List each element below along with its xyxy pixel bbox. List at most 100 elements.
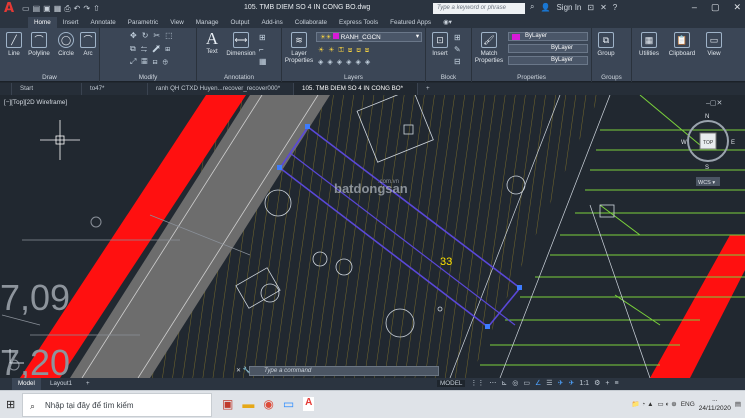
zoom-icon[interactable]: ▭ xyxy=(283,397,294,411)
drawing-canvas[interactable]: 33 7,09 7,20 batdongsan .com.vn TOP N S … xyxy=(0,95,745,378)
tab-collaborate[interactable]: Collaborate xyxy=(289,17,333,28)
new-tab-icon[interactable]: + xyxy=(418,83,438,95)
share-icon[interactable]: ⇧ xyxy=(93,4,100,14)
autocad-taskbar-icon[interactable]: A xyxy=(303,397,315,411)
undo-icon[interactable]: ↶ xyxy=(74,4,81,14)
layer-tools-row-1[interactable]: ☀☀⚿⧈⧈⧈ xyxy=(318,46,373,55)
properties-group-label[interactable]: Properties xyxy=(472,74,591,81)
annotation-group-label[interactable]: Annotation xyxy=(197,74,281,81)
ortho-icon[interactable]: ⊾ xyxy=(501,379,507,387)
draw-group-label[interactable]: Draw xyxy=(0,74,99,81)
tray-apps-icon[interactable]: 📁 ◔ ▲ xyxy=(631,400,653,408)
wcs-menu[interactable]: WCS ▾ xyxy=(698,180,715,186)
layers-group-label[interactable]: Layers xyxy=(282,74,425,81)
layer-tools-row-2[interactable]: ◈◈◈◈◈◈ xyxy=(318,58,374,66)
minimize-icon[interactable]: – xyxy=(692,2,697,13)
osnap-tracking-icon[interactable]: ∠ xyxy=(535,379,541,387)
linetype-dropdown[interactable]: ByLayer xyxy=(508,44,588,53)
tab-model[interactable]: Model xyxy=(12,378,41,390)
chrome-icon[interactable]: ◉ xyxy=(263,397,273,411)
viewport-controls-label[interactable]: [−][Top][2D Wireframe] xyxy=(4,99,67,106)
utilities-button[interactable]: ▦ Utilities xyxy=(636,32,662,57)
view-button[interactable]: ▭ View xyxy=(702,32,726,57)
workspace-icon[interactable]: ⚙ xyxy=(594,379,600,387)
notifications-icon[interactable]: ▤ xyxy=(735,400,741,408)
close-icon[interactable]: ✕ xyxy=(733,2,741,13)
annotation-scale-icon[interactable]: ✈ xyxy=(558,379,564,387)
doc-tab-current[interactable]: 105. TMB DIEM SO 4 IN CONG BO* xyxy=(294,83,418,95)
tab-annotate[interactable]: Annotate xyxy=(85,17,122,28)
groups-group-label[interactable]: Groups xyxy=(592,74,631,81)
doc-tab-to47[interactable]: to47* xyxy=(82,83,148,95)
clock[interactable]: ... 24/11/2020 xyxy=(699,395,731,413)
viewport-window-controls[interactable]: –▢✕ xyxy=(706,100,722,107)
layer-dropdown[interactable]: ☀☀ RANH_CGCN ▾ xyxy=(316,32,422,42)
tab-express-tools[interactable]: Express Tools xyxy=(333,17,384,28)
file-explorer-icon[interactable]: ▬ xyxy=(242,397,254,411)
help-icon[interactable]: ? xyxy=(613,3,617,12)
arc-button[interactable]: ⌒ Arc xyxy=(79,32,97,57)
block-group-label[interactable]: Block xyxy=(426,74,471,81)
network-icon[interactable]: ✕ xyxy=(600,3,607,12)
viewcube-top-label[interactable]: TOP xyxy=(703,140,714,146)
save-as-icon[interactable]: ▦ xyxy=(54,4,62,14)
modify-group-label[interactable]: Modify xyxy=(100,74,196,81)
polar-icon[interactable]: ◎ xyxy=(512,379,518,387)
ribbon-toggle-icon[interactable]: ◉▾ xyxy=(437,17,458,28)
drawing-viewport[interactable]: [−][Top][2D Wireframe] 33 7,09 7,20 batd… xyxy=(0,95,745,378)
layer-properties-button[interactable]: ≋ Layer Properties xyxy=(284,32,314,64)
compass-s[interactable]: S xyxy=(705,165,709,171)
cart-icon[interactable]: ⊡ xyxy=(587,3,594,12)
line-button[interactable]: ╱ Line xyxy=(4,32,24,57)
command-line-input[interactable]: ✕ 🔧 Type a command xyxy=(236,366,439,376)
doc-tab-ranh-qh[interactable]: ranh QH CTXD Huyen...recover_recover000* xyxy=(148,83,294,95)
add-layout-icon[interactable]: + xyxy=(80,378,96,390)
maximize-icon[interactable]: ▢ xyxy=(711,2,720,13)
tab-output[interactable]: Output xyxy=(225,17,256,28)
dimension-button[interactable]: ⟷ Dimension xyxy=(225,32,257,57)
insert-button[interactable]: ⊡ Insert xyxy=(429,32,451,57)
help-search-input[interactable]: Type a keyword or phrase xyxy=(433,3,525,14)
tab-layout1[interactable]: Layout1 xyxy=(44,378,78,390)
doc-tab-start[interactable]: Start xyxy=(12,83,82,95)
snap-icon[interactable]: ⋯ xyxy=(489,379,496,387)
compass-n[interactable]: N xyxy=(705,114,709,120)
modify-tools-row-2[interactable]: ⧉⇋⬈⊞ xyxy=(130,44,175,54)
command-close-icon[interactable]: ✕ 🔧 xyxy=(236,367,251,375)
print-icon[interactable]: ⎙ xyxy=(64,4,70,14)
lineweight-dropdown[interactable]: ByLayer xyxy=(508,56,588,65)
grid-icon[interactable]: ⋮⋮ xyxy=(470,379,484,387)
clipboard-button[interactable]: 📋 Clipboard xyxy=(666,32,698,57)
new-icon[interactable]: ▭ xyxy=(22,4,30,14)
autocad-logo-icon[interactable]: A xyxy=(0,0,18,17)
task-view-icon[interactable]: ▣ xyxy=(222,397,233,411)
tab-featured-apps[interactable]: Featured Apps xyxy=(384,17,437,28)
model-space-toggle[interactable]: MODEL xyxy=(437,379,466,387)
tab-manage[interactable]: Manage xyxy=(190,17,225,28)
tab-parametric[interactable]: Parametric xyxy=(122,17,164,28)
language-indicator[interactable]: ENG xyxy=(681,401,695,408)
network-tray-icon[interactable]: ▭ ◐ ⊕ xyxy=(658,400,677,408)
osnap-icon[interactable]: ▭ xyxy=(523,379,530,387)
color-dropdown[interactable]: ByLayer xyxy=(508,32,588,41)
tab-home[interactable]: Home xyxy=(28,17,57,28)
redo-icon[interactable]: ↷ xyxy=(83,4,90,14)
modify-tools-row-3[interactable]: ⤢▦⊟⊕ xyxy=(130,57,173,67)
plus-icon[interactable]: + xyxy=(605,380,609,387)
open-icon[interactable]: ▤ xyxy=(33,4,41,14)
tab-insert[interactable]: Insert xyxy=(57,17,85,28)
polyline-button[interactable]: ⌒ Polyline xyxy=(26,32,52,57)
block-small-tools[interactable]: ⊞ ✎ ⊟ xyxy=(454,32,461,68)
compass-e[interactable]: E xyxy=(731,140,735,146)
match-properties-button[interactable]: 🖌 Match Properties xyxy=(474,32,504,64)
user-icon[interactable]: 👤 xyxy=(540,3,550,12)
circle-button[interactable]: ◯ Circle xyxy=(55,32,77,57)
modify-tools-row-1[interactable]: ✥↻✂⬚ xyxy=(130,31,178,40)
taskbar-search-input[interactable]: ⌕ Nhập tại đây để tìm kiếm xyxy=(22,393,212,417)
windows-start-icon[interactable]: ⊞ xyxy=(6,398,15,411)
tab-addins[interactable]: Add-ins xyxy=(255,17,288,28)
lineweight-icon[interactable]: ☰ xyxy=(546,379,552,387)
annotation-small-tools[interactable]: ⊞ ⌐ ▦ xyxy=(259,32,267,68)
search-icon[interactable]: ⌕ xyxy=(530,2,534,12)
group-button[interactable]: ⧉ Group xyxy=(594,32,618,57)
